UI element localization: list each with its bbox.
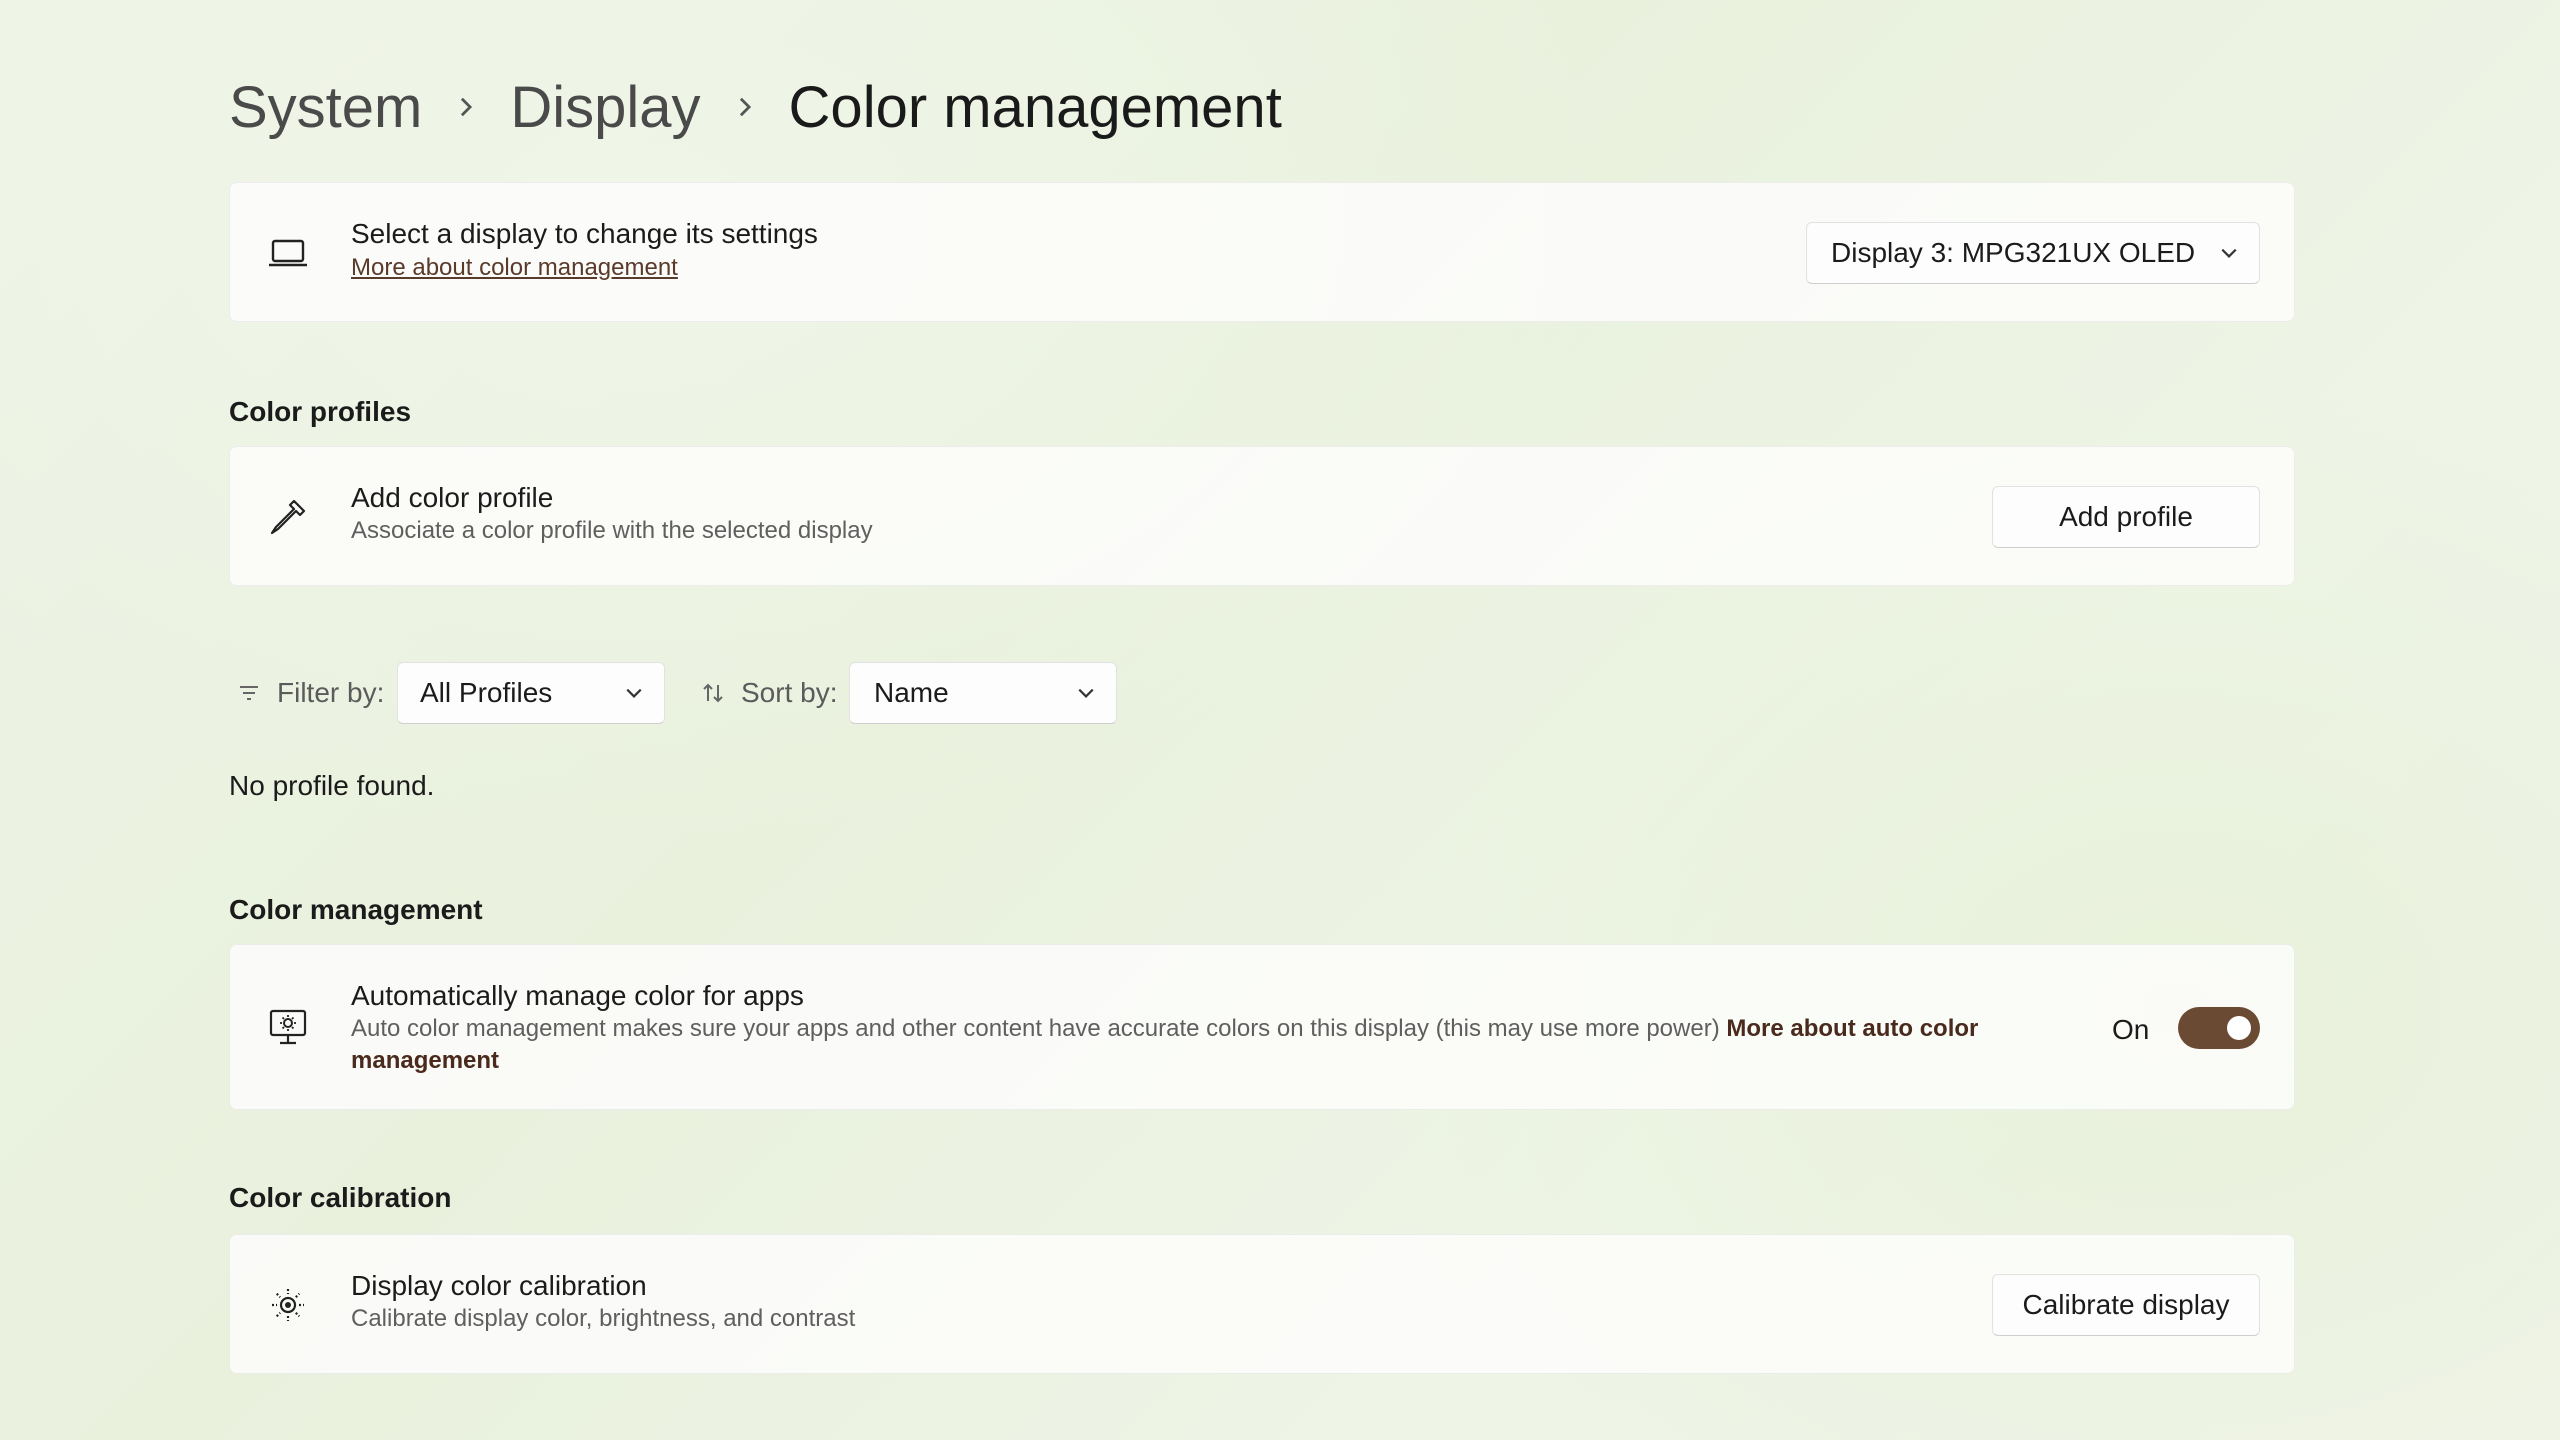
no-profile-message: No profile found.	[229, 770, 435, 801]
breadcrumb-system[interactable]: System	[229, 74, 422, 141]
breadcrumb: System Display Color management	[229, 62, 1282, 152]
auto-color-toggle-state: On	[2112, 1014, 2150, 1045]
display-dropdown[interactable]: Display 3: MPG321UX OLED	[1806, 222, 2260, 284]
auto-color-title: Automatically manage color for apps	[351, 980, 804, 1011]
sort-label-text: Sort by:	[741, 677, 838, 708]
filter-dropdown[interactable]: All Profiles	[397, 662, 665, 724]
chevron-down-icon	[1056, 684, 1116, 702]
sort-dropdown[interactable]: Name	[849, 662, 1117, 724]
display-select-card: Select a display to change its settings …	[229, 182, 2295, 322]
filter-icon	[240, 686, 258, 700]
sort-label: Sort by:	[701, 660, 837, 726]
color-management-link[interactable]: More about color management	[351, 251, 818, 285]
calibration-card: Display color calibration Calibrate disp…	[229, 1234, 2295, 1374]
filter-dropdown-value: All Profiles	[420, 677, 553, 708]
auto-color-toggle[interactable]	[2178, 1007, 2260, 1049]
sort-dropdown-value: Name	[874, 677, 949, 708]
calibration-subtitle: Calibrate display color, brightness, and…	[351, 1305, 856, 1332]
chevron-right-icon	[701, 96, 789, 118]
calibration-title: Display color calibration	[351, 1270, 647, 1301]
auto-color-description-block: Auto color management makes sure your ap…	[351, 1013, 2051, 1077]
add-color-profile-title: Add color profile	[351, 482, 554, 513]
calibrate-display-button[interactable]: Calibrate display	[1992, 1274, 2260, 1336]
display-select-title: Select a display to change its settings	[351, 218, 818, 249]
page-title: Color management	[788, 74, 1282, 140]
filter-sort-row: Filter by: All Profiles Sort by: Name	[229, 660, 1429, 726]
color-profiles-heading: Color profiles	[229, 396, 412, 427]
brightness-icon	[264, 1281, 312, 1329]
display-dropdown-value: Display 3: MPG321UX OLED	[1831, 237, 2196, 268]
breadcrumb-display[interactable]: Display	[510, 74, 700, 141]
laptop-icon	[264, 229, 312, 277]
filter-label-text: Filter by:	[277, 677, 385, 708]
eyedropper-icon	[264, 493, 312, 541]
auto-color-description: Auto color management makes sure your ap…	[351, 1015, 1720, 1042]
filter-label: Filter by:	[237, 660, 384, 726]
add-color-profile-card: Add color profile Associate a color prof…	[229, 446, 2295, 586]
sort-icon	[703, 683, 723, 703]
monitor-sun-icon	[264, 1003, 312, 1051]
auto-color-card: Automatically manage color for apps Auto…	[229, 944, 2295, 1110]
color-calibration-heading: Color calibration	[229, 1182, 452, 1213]
chevron-down-icon	[604, 684, 664, 702]
add-profile-button[interactable]: Add profile	[1992, 486, 2260, 548]
add-color-profile-subtitle: Associate a color profile with the selec…	[351, 517, 873, 544]
chevron-down-icon	[2199, 244, 2259, 262]
toggle-knob	[2227, 1016, 2251, 1040]
chevron-right-icon	[422, 96, 510, 118]
color-management-heading: Color management	[229, 894, 483, 925]
